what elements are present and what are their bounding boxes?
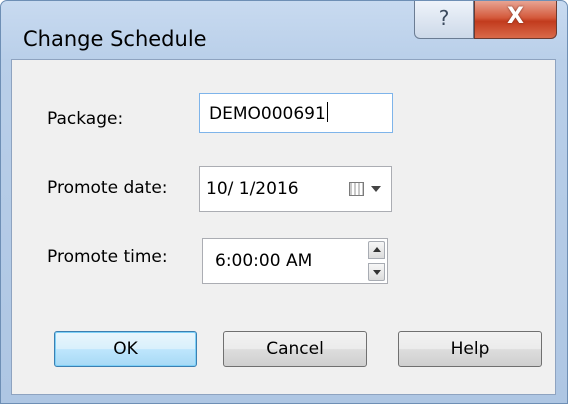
package-label: Package: (47, 109, 124, 129)
promote-time-label: Promote time: (47, 247, 168, 267)
package-value: DEMO000691 (209, 104, 326, 124)
title-bar[interactable]: Change Schedule ? X (1, 1, 567, 59)
dialog-body: Package: DEMO000691 Promote date: 10/ 1/… (11, 59, 556, 395)
time-spinner[interactable] (368, 241, 385, 281)
chevron-down-icon[interactable] (371, 186, 381, 192)
promote-date-picker[interactable]: 10/ 1/2016 (199, 166, 392, 212)
help-button[interactable]: Help (398, 331, 542, 367)
change-schedule-dialog: Change Schedule ? X Package: DEMO000691 … (0, 0, 568, 404)
close-icon: X (507, 4, 524, 29)
promote-date-label: Promote date: (47, 178, 168, 198)
spin-up-button[interactable] (368, 241, 385, 259)
text-caret (326, 102, 328, 122)
question-mark-icon: ? (438, 6, 450, 30)
promote-time-value: 6:00:00 AM (215, 251, 313, 271)
title-close-button[interactable]: X (474, 1, 557, 39)
spin-down-icon (373, 270, 381, 275)
promote-time-field[interactable]: 6:00:00 AM (202, 238, 388, 284)
calendar-icon[interactable] (349, 182, 364, 196)
spin-down-button[interactable] (368, 263, 385, 281)
cancel-button[interactable]: Cancel (223, 331, 367, 367)
dialog-title: Change Schedule (23, 27, 207, 51)
promote-date-value: 10/ 1/2016 (206, 179, 299, 199)
title-help-button[interactable]: ? (414, 1, 474, 39)
spin-up-icon (373, 247, 381, 252)
package-field[interactable]: DEMO000691 (199, 93, 393, 133)
ok-button[interactable]: OK (54, 331, 197, 367)
